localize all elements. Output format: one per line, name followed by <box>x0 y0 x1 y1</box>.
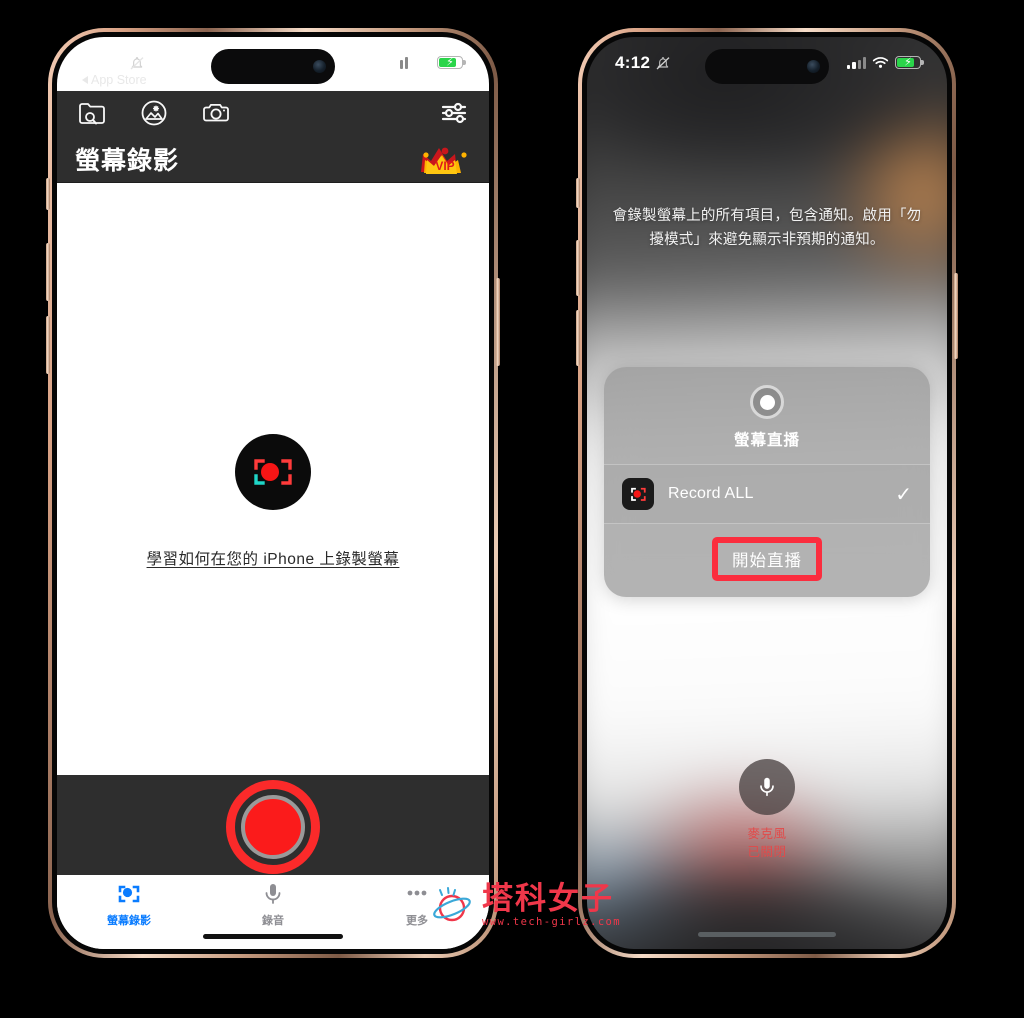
app-content-area: 學習如何在您的 iPhone 上錄製螢幕 <box>57 183 489 819</box>
tab-label-voice-record: 錄音 <box>262 915 284 927</box>
app-toolbar <box>57 91 489 135</box>
broadcast-app-label: Record ALL <box>668 485 754 502</box>
silent-switch-right[interactable] <box>576 178 580 208</box>
sheet-header: 螢幕直播 <box>604 367 930 464</box>
screen-record-logo-icon <box>234 433 312 511</box>
svg-text:VIP: VIP <box>435 159 454 173</box>
tab-voice-record[interactable]: 錄音 <box>201 881 345 928</box>
back-link-label: App Store <box>91 73 147 87</box>
microphone-status: 麥克風 已關閉 <box>667 825 867 861</box>
volume-down-button[interactable] <box>46 316 50 374</box>
image-edit-icon[interactable] <box>139 98 169 128</box>
checkmark-icon: ✓ <box>895 483 912 506</box>
power-button-right[interactable] <box>954 273 958 359</box>
bell-slash-icon <box>656 57 670 70</box>
record-button-inner <box>241 795 305 859</box>
volume-up-button-right[interactable] <box>576 240 580 296</box>
settings-sliders-icon[interactable] <box>439 98 469 128</box>
home-indicator-left[interactable] <box>203 934 343 939</box>
battery-charging-icon: ⚡ <box>895 56 924 69</box>
status-bar-left: 4:12 App Store ⚡ <box>57 37 489 91</box>
screen-recorder-app: 4:12 App Store ⚡ 螢幕錄影 VIP 學習如何在您的 iPhone… <box>57 37 489 949</box>
status-time-group-right: 4:12 <box>615 53 671 73</box>
sheet-title: 螢幕直播 <box>733 432 800 449</box>
record-button[interactable] <box>226 780 320 874</box>
status-indicators-left: ⚡ <box>389 56 466 69</box>
camera-icon[interactable] <box>201 98 231 128</box>
record-all-app-icon <box>622 478 654 510</box>
signal-bars-icon <box>389 56 408 69</box>
microphone-toggle[interactable]: 麥克風 已關閉 <box>667 759 867 861</box>
microphone-status-line2: 已關閉 <box>747 845 787 860</box>
home-indicator-right[interactable] <box>698 932 836 937</box>
iphone-right-device: 4:12 ⚡ 會錄製螢幕上的所有項目，包含通知。啟用「勿擾模式」來避免顯示非預期… <box>576 28 958 958</box>
status-time-group: 4:12 <box>89 53 145 73</box>
folder-search-icon[interactable] <box>77 98 107 128</box>
power-button[interactable] <box>496 278 500 366</box>
signal-bars-icon <box>847 56 866 69</box>
status-indicators-right: ⚡ <box>847 56 924 69</box>
battery-charging-icon: ⚡ <box>437 56 466 69</box>
tab-label-more: 更多 <box>406 915 428 927</box>
tab-more[interactable]: 更多 <box>345 881 489 928</box>
iphone-left-device: 4:12 App Store ⚡ 螢幕錄影 VIP 學習如何在您的 iPhone… <box>46 28 500 958</box>
page-title: 螢幕錄影 <box>75 146 180 175</box>
broadcast-app-row[interactable]: Record ALL ✓ <box>604 464 930 524</box>
bell-slash-icon <box>130 57 144 70</box>
broadcast-description: 會錄製螢幕上的所有項目，包含通知。啟用「勿擾模式」來避免顯示非預期的通知。 <box>612 208 922 248</box>
broadcast-overlay-screen: 4:12 ⚡ 會錄製螢幕上的所有項目，包含通知。啟用「勿擾模式」來避免顯示非預期… <box>587 37 947 949</box>
status-time-right: 4:12 <box>615 53 651 72</box>
triangle-left-icon <box>82 76 88 84</box>
front-camera-icon <box>313 60 326 73</box>
start-broadcast-label: 開始直播 <box>732 552 802 570</box>
learn-how-link[interactable]: 學習如何在您的 iPhone 上錄製螢幕 <box>147 547 400 569</box>
dynamic-island <box>211 49 335 84</box>
record-bar <box>57 775 489 875</box>
screen-record-icon <box>118 885 140 903</box>
volume-down-button-right[interactable] <box>576 310 580 366</box>
vip-crown-badge[interactable]: VIP <box>419 142 471 176</box>
tab-screen-record[interactable]: 螢幕錄影 <box>57 881 201 928</box>
microphone-status-line1: 麥克風 <box>747 827 787 841</box>
volume-up-button[interactable] <box>46 243 50 301</box>
broadcast-icon <box>750 385 784 419</box>
microphone-icon <box>739 759 795 815</box>
app-header: 螢幕錄影 VIP <box>57 135 489 183</box>
iphone-right-screen: 4:12 ⚡ 會錄製螢幕上的所有項目，包含通知。啟用「勿擾模式」來避免顯示非預期… <box>587 37 947 949</box>
silent-switch[interactable] <box>46 178 50 210</box>
back-to-app-store-link[interactable]: App Store <box>82 73 147 87</box>
broadcast-sheet: 螢幕直播 Record ALL ✓ 開始直播 <box>604 367 930 597</box>
iphone-left-screen: 4:12 App Store ⚡ 螢幕錄影 VIP 學習如何在您的 iPhone… <box>57 37 489 949</box>
wifi-icon <box>414 57 431 68</box>
wifi-icon <box>872 57 889 68</box>
bg-bottom-dark <box>587 869 947 949</box>
status-bar-right: 4:12 ⚡ <box>587 37 947 91</box>
front-camera-icon <box>807 60 820 73</box>
microphone-icon <box>265 884 281 904</box>
status-time: 4:12 <box>89 53 125 72</box>
tab-label-screen-record: 螢幕錄影 <box>107 915 151 927</box>
screenshot-stage: 4:12 App Store ⚡ 螢幕錄影 VIP 學習如何在您的 iPhone… <box>0 0 1024 1018</box>
dynamic-island-right <box>705 49 829 84</box>
more-dots-icon <box>407 890 427 896</box>
sheet-action-area: 開始直播 <box>604 524 930 597</box>
start-broadcast-button[interactable]: 開始直播 <box>712 537 822 581</box>
